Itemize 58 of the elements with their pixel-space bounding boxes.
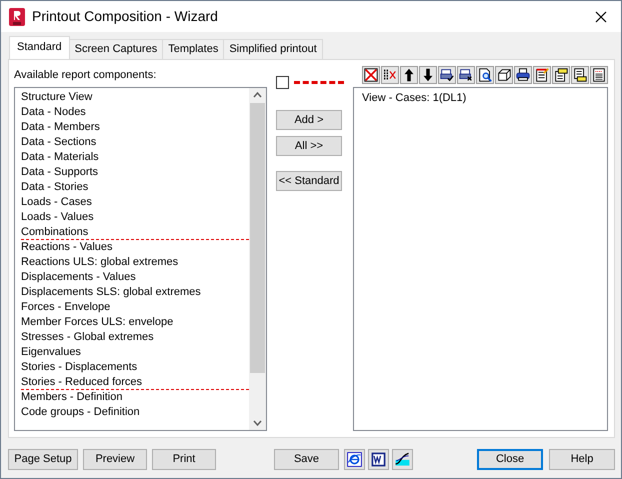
list-item[interactable]: Reactions - Values: [21, 240, 249, 255]
list-item[interactable]: Members - Definition: [21, 390, 249, 405]
separator-line-sample: [294, 80, 344, 84]
printer-check-icon[interactable]: [438, 66, 456, 84]
list-item[interactable]: Member Forces ULS: envelope: [21, 315, 249, 330]
box-icon[interactable]: [495, 66, 513, 84]
list-item[interactable]: Code groups - Definition: [21, 405, 249, 420]
chart-icon[interactable]: [392, 449, 413, 470]
report-list[interactable]: View - Cases: 1(DL1): [353, 87, 608, 431]
list-item[interactable]: Displacements SLS: global extremes: [21, 285, 249, 300]
list-item[interactable]: Loads - Cases: [21, 195, 249, 210]
scroll-thumb[interactable]: [250, 103, 265, 373]
footer-button[interactable]: Preview: [83, 449, 147, 470]
save-button[interactable]: Save: [274, 449, 339, 470]
scrollbar[interactable]: [249, 88, 266, 430]
list-item[interactable]: Forces - Envelope: [21, 300, 249, 315]
delete-column-icon[interactable]: [381, 66, 399, 84]
transfer-button[interactable]: << Standard: [276, 171, 342, 191]
list-item[interactable]: Stresses - Global extremes: [21, 330, 249, 345]
footer-button[interactable]: Print: [152, 449, 216, 470]
list-item[interactable]: Stories - Displacements: [21, 360, 249, 375]
app-logo-icon: [9, 8, 25, 26]
list-item[interactable]: Structure View: [21, 90, 249, 105]
list-label: Available report components:: [14, 68, 158, 83]
report-item[interactable]: View - Cases: 1(DL1): [362, 91, 607, 106]
tab[interactable]: Standard: [9, 36, 70, 59]
arrow-down-icon[interactable]: [419, 66, 437, 84]
tab[interactable]: Simplified printout: [223, 39, 323, 59]
list-item[interactable]: Eigenvalues: [21, 345, 249, 360]
printer-cross-icon[interactable]: [457, 66, 475, 84]
table-page-icon[interactable]: [590, 66, 608, 84]
footer-button[interactable]: Close: [477, 449, 543, 470]
delete-icon[interactable]: [362, 66, 380, 84]
edit-page-icon[interactable]: [533, 66, 551, 84]
preview-icon[interactable]: [476, 66, 494, 84]
arrow-up-icon[interactable]: [400, 66, 418, 84]
components-list[interactable]: [14, 87, 267, 431]
window-title: Printout Composition - Wizard: [32, 7, 218, 26]
list-item[interactable]: Data - Stories: [21, 180, 249, 195]
footer-button[interactable]: Help: [549, 449, 615, 470]
list-item[interactable]: Data - Materials: [21, 150, 249, 165]
footer-button[interactable]: Page Setup: [8, 449, 78, 470]
list-item[interactable]: Data - Supports: [21, 165, 249, 180]
browser-icon[interactable]: [344, 449, 365, 470]
printer-icon[interactable]: [514, 66, 532, 84]
transfer-button[interactable]: Add >: [276, 110, 342, 130]
document-icon[interactable]: [368, 449, 389, 470]
list-item[interactable]: Displacements - Values: [21, 270, 249, 285]
list-item[interactable]: Loads - Values: [21, 210, 249, 225]
list-item[interactable]: Reactions ULS: global extremes: [21, 255, 249, 270]
list-item[interactable]: Data - Sections: [21, 135, 249, 150]
transfer-button[interactable]: All >>: [276, 136, 342, 156]
page-header-icon[interactable]: [552, 66, 570, 84]
list-item[interactable]: Data - Members: [21, 120, 249, 135]
list-item[interactable]: Data - Nodes: [21, 105, 249, 120]
close-icon[interactable]: [595, 10, 607, 22]
page-footer-icon[interactable]: [571, 66, 589, 84]
separator-checkbox[interactable]: [276, 76, 289, 88]
